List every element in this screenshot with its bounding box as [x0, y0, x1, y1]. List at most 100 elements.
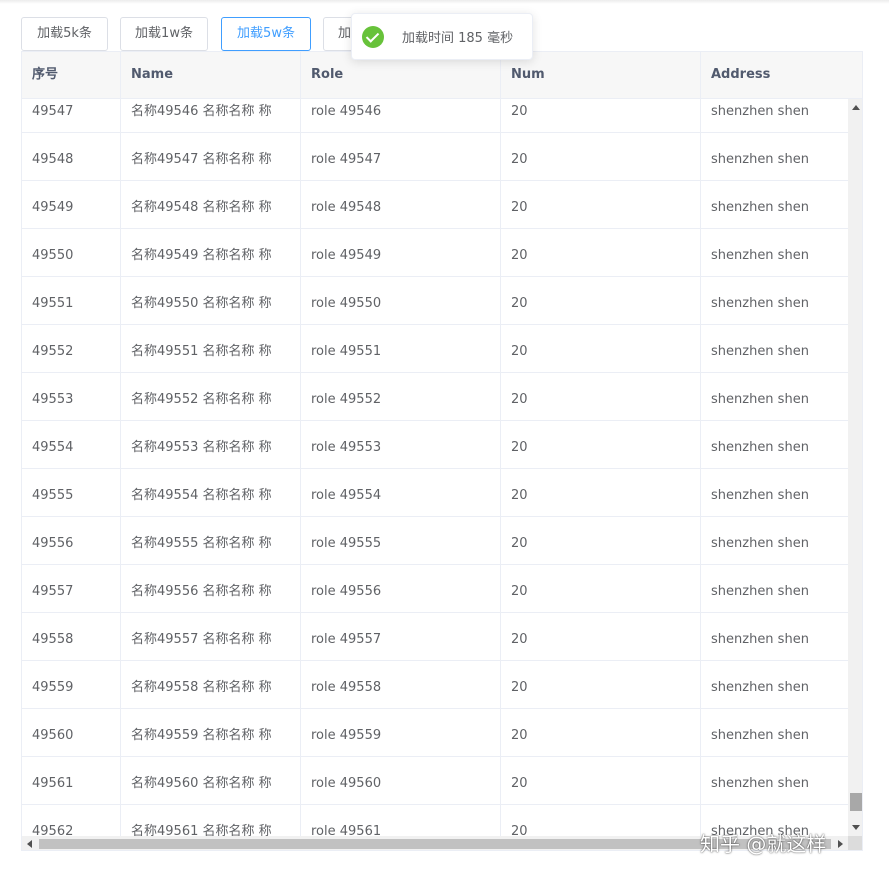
table-body[interactable]: 49547 名称49546 名称名称 称 role 49546 20 shenzhen …	[22, 99, 848, 836]
cell-name: 名称49549 名称名称 称	[121, 229, 301, 276]
cell-index: 49558	[22, 613, 121, 660]
cell-role: role 49552	[301, 373, 501, 420]
cell-name: 名称49559 名称名称 称	[121, 709, 301, 756]
cell-role: role 49557	[301, 613, 501, 660]
column-header-address: Address	[711, 67, 771, 82]
vertical-scrollbar[interactable]	[848, 99, 862, 836]
cell-name: 名称49556 名称名称 称	[121, 565, 301, 612]
cell-name: 名称49558 名称名称 称	[121, 661, 301, 708]
cell-name: 名称49552 名称名称 称	[121, 373, 301, 420]
cell-index: 49554	[22, 421, 121, 468]
cell-role: role 49560	[301, 757, 501, 804]
cell-index: 49561	[22, 757, 121, 804]
cell-index: 49552	[22, 325, 121, 372]
check-circle-icon	[362, 25, 384, 48]
cell-index: 49553	[22, 373, 121, 420]
cell-index: 49562	[22, 805, 121, 836]
table-rows: 49547 名称49546 名称名称 称 role 49546 20 shenzhen …	[22, 99, 848, 836]
table-row[interactable]: 49554 名称49553 名称名称 称 role 49553 20 shenzhen …	[22, 421, 848, 469]
cell-name: 名称49546 名称名称 称	[121, 99, 301, 132]
cell-role: role 49547	[301, 133, 501, 180]
cell-role: role 49559	[301, 709, 501, 756]
cell-name: 名称49561 名称名称 称	[121, 805, 301, 836]
cell-role: role 49549	[301, 229, 501, 276]
cell-num: 20	[501, 517, 701, 564]
column-header-index: 序号	[22, 52, 121, 99]
cell-num: 20	[501, 133, 701, 180]
cell-name: 名称49551 名称名称 称	[121, 325, 301, 372]
table-row[interactable]: 49559 名称49558 名称名称 称 role 49558 20 shenzhen …	[22, 661, 848, 709]
table-row[interactable]: 49547 名称49546 名称名称 称 role 49546 20 shenzhen …	[22, 99, 848, 133]
scroll-up-icon[interactable]	[852, 105, 860, 110]
cell-index: 49556	[22, 517, 121, 564]
table-row[interactable]: 49556 名称49555 名称名称 称 role 49555 20 shenzhen …	[22, 517, 848, 565]
table-row[interactable]: 49549 名称49548 名称名称 称 role 49548 20 shenzhen …	[22, 181, 848, 229]
cell-num: 20	[501, 229, 701, 276]
table-row[interactable]: 49560 名称49559 名称名称 称 role 49559 20 shenzhen …	[22, 709, 848, 757]
cell-role: role 49546	[301, 99, 501, 132]
cell-address: shenzhen shen	[711, 584, 809, 599]
cell-name: 名称49550 名称名称 称	[121, 277, 301, 324]
scroll-left-icon[interactable]	[27, 840, 32, 848]
cell-name: 名称49554 名称名称 称	[121, 469, 301, 516]
cell-name: 名称49557 名称名称 称	[121, 613, 301, 660]
cell-index: 49551	[22, 277, 121, 324]
table-row[interactable]: 49551 名称49550 名称名称 称 role 49550 20 shenzhen …	[22, 277, 848, 325]
column-header-name: Name	[121, 52, 301, 99]
cell-name: 名称49560 名称名称 称	[121, 757, 301, 804]
load-1w-button[interactable]: 加载1w条	[120, 17, 208, 51]
table-row[interactable]: 49561 名称49560 名称名称 称 role 49560 20 shenzhen …	[22, 757, 848, 805]
cell-num: 20	[501, 373, 701, 420]
cell-num: 20	[501, 325, 701, 372]
cell-index: 49547	[22, 99, 121, 132]
cell-num: 20	[501, 421, 701, 468]
table-row[interactable]: 49557 名称49556 名称名称 称 role 49556 20 shenzhen …	[22, 565, 848, 613]
scroll-right-icon[interactable]	[838, 840, 843, 848]
load-5k-button[interactable]: 加载5k条	[21, 17, 108, 51]
cell-num: 20	[501, 661, 701, 708]
cell-role: role 49561	[301, 805, 501, 836]
table-row[interactable]: 49552 名称49551 名称名称 称 role 49551 20 shenzhen …	[22, 325, 848, 373]
cell-name: 名称49555 名称名称 称	[121, 517, 301, 564]
cell-address: shenzhen shen	[711, 488, 809, 503]
cell-role: role 49556	[301, 565, 501, 612]
cell-index: 49559	[22, 661, 121, 708]
cell-address: shenzhen shen	[711, 776, 809, 791]
cell-num: 20	[501, 613, 701, 660]
cell-num: 20	[501, 709, 701, 756]
vertical-scroll-thumb[interactable]	[850, 793, 862, 811]
cell-address: shenzhen shen	[711, 440, 809, 455]
table-row[interactable]: 49553 名称49552 名称名称 称 role 49552 20 shenzhen …	[22, 373, 848, 421]
cell-address: shenzhen shen	[711, 104, 809, 119]
top-shadow	[0, 0, 889, 4]
cell-index: 49548	[22, 133, 121, 180]
cell-address: shenzhen shen	[711, 248, 809, 263]
cell-role: role 49551	[301, 325, 501, 372]
scrollbar-corner	[848, 836, 862, 850]
cell-name: 名称49547 名称名称 称	[121, 133, 301, 180]
message-text: 加载时间 185 毫秒	[402, 31, 514, 46]
cell-role: role 49555	[301, 517, 501, 564]
cell-num: 20	[501, 757, 701, 804]
cell-name: 名称49548 名称名称 称	[121, 181, 301, 228]
table-row[interactable]: 49548 名称49547 名称名称 称 role 49547 20 shenzhen …	[22, 133, 848, 181]
table-row[interactable]: 49558 名称49557 名称名称 称 role 49557 20 shenzhen …	[22, 613, 848, 661]
table-row[interactable]: 49550 名称49549 名称名称 称 role 49549 20 shenzhen …	[22, 229, 848, 277]
cell-role: role 49554	[301, 469, 501, 516]
cell-index: 49560	[22, 709, 121, 756]
scroll-down-icon[interactable]	[852, 825, 860, 830]
table-row[interactable]: 49555 名称49554 名称名称 称 role 49554 20 shenzhen …	[22, 469, 848, 517]
cell-num: 20	[501, 805, 701, 836]
cell-address: shenzhen shen	[711, 680, 809, 695]
cell-num: 20	[501, 469, 701, 516]
cell-address: shenzhen shen	[711, 632, 809, 647]
cell-num: 20	[501, 565, 701, 612]
cell-num: 20	[501, 99, 701, 132]
cell-address: shenzhen shen	[711, 296, 809, 311]
cell-index: 49555	[22, 469, 121, 516]
cell-address: shenzhen shen	[711, 200, 809, 215]
load-5w-button[interactable]: 加载5w条	[221, 17, 311, 51]
cell-address: shenzhen shen	[711, 344, 809, 359]
watermark: 知乎 @就这样	[700, 832, 827, 856]
success-message: 加载时间 185 毫秒	[351, 13, 533, 60]
